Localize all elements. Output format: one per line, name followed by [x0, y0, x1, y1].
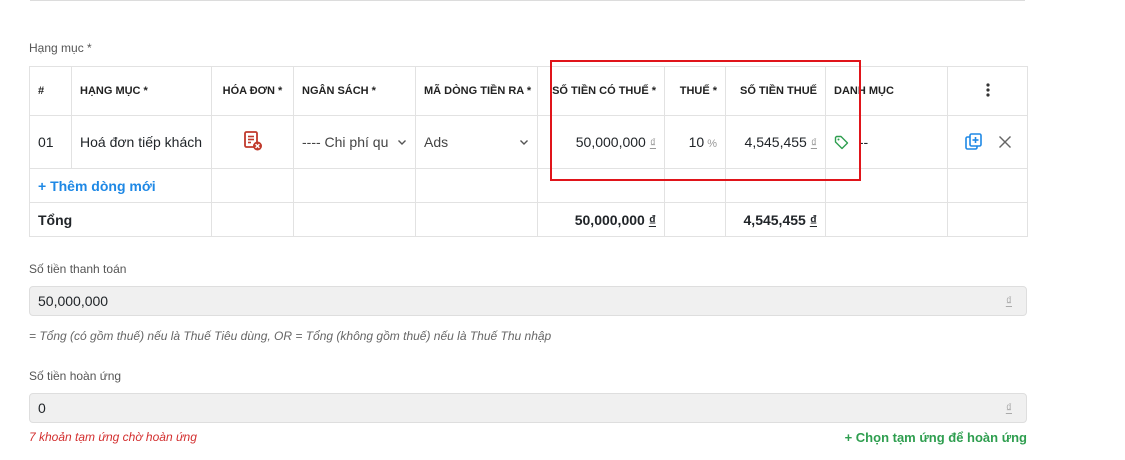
pending-advances-warning: 7 khoản tạm ứng chờ hoàn ứng [29, 430, 197, 444]
payment-label: Số tiền thanh toán [29, 262, 127, 276]
header-item: HẠNG MỤC * [71, 66, 212, 116]
add-row: + Thêm dòng mới [29, 168, 1028, 203]
header-index: # [29, 66, 72, 116]
total-amount-with-tax-value: 50,000,000 [574, 211, 645, 228]
total-amount-with-tax: 50,000,000 ₫ [537, 202, 665, 237]
total-tax-amount-value: 4,545,455 [743, 211, 806, 228]
total-label: Tổng [29, 202, 212, 237]
budget-select-value: ---- Chi phí qu [302, 134, 389, 150]
row-item-input[interactable]: Hoá đơn tiếp khách [71, 115, 212, 169]
currency-symbol: ₫ [649, 136, 656, 150]
tax-amount-input[interactable]: 4,545,455 ₫ [725, 115, 826, 169]
empty-cell [537, 168, 665, 203]
payment-amount-value: 50,000,000 [38, 293, 109, 309]
section-label: Hạng mục * [29, 41, 92, 55]
empty-cell [664, 202, 726, 237]
currency-symbol: ₫ [809, 211, 817, 228]
empty-cell [825, 202, 948, 237]
chevron-down-icon [519, 137, 529, 147]
invoice-error-icon[interactable] [242, 130, 264, 152]
more-vertical-icon[interactable] [985, 82, 990, 97]
header-category: DANH MỤC [825, 66, 948, 116]
tax-input[interactable]: 10% [664, 115, 726, 169]
amount-with-tax-value: 50,000,000 [575, 134, 646, 150]
total-tax-amount: 4,545,455 ₫ [725, 202, 826, 237]
close-icon[interactable] [998, 135, 1012, 149]
payment-amount-field[interactable]: 50,000,000 ₫ [29, 286, 1027, 316]
currency-symbol: ₫ [1005, 401, 1012, 415]
empty-cell [415, 202, 538, 237]
add-row-cell: + Thêm dòng mới [29, 168, 212, 203]
header-amount-with-tax: SỐ TIỀN CÓ THUẾ * [537, 66, 665, 116]
tax-amount-value: 4,545,455 [744, 134, 807, 150]
tag-icon[interactable] [834, 135, 849, 150]
currency-symbol: ₫ [1005, 294, 1012, 308]
refund-amount-field[interactable]: 0 ₫ [29, 393, 1027, 423]
payment-note: = Tổng (có gồm thuế) nếu là Thuế Tiêu dù… [29, 329, 552, 343]
table-row: 01 Hoá đơn tiếp khách ---- Chi phí qu Ad… [29, 115, 1028, 169]
category-cell[interactable]: -- [825, 115, 948, 169]
table-header-row: # HẠNG MỤC * HÓA ĐƠN * NGÂN SÁCH * MÃ DÒ… [29, 66, 1028, 116]
header-cashflow: MÃ DÒNG TIỀN RA * [415, 66, 538, 116]
row-invoice-cell[interactable] [211, 115, 294, 169]
empty-cell [293, 202, 416, 237]
empty-cell [947, 202, 1028, 237]
category-value: -- [858, 133, 869, 150]
duplicate-icon[interactable] [964, 132, 984, 152]
select-advance-link[interactable]: + Chọn tạm ứng để hoàn ứng [845, 430, 1027, 445]
amount-with-tax-input[interactable]: 50,000,000 ₫ [537, 115, 665, 169]
row-actions [947, 115, 1028, 169]
empty-cell [725, 168, 826, 203]
empty-cell [825, 168, 948, 203]
top-divider [30, 0, 1025, 1]
chevron-down-icon [397, 137, 407, 147]
currency-symbol: ₫ [648, 211, 656, 228]
tax-value: 10 [688, 134, 705, 150]
header-budget: NGÂN SÁCH * [293, 66, 416, 116]
empty-cell [211, 168, 294, 203]
items-table: # HẠNG MỤC * HÓA ĐƠN * NGÂN SÁCH * MÃ DÒ… [29, 66, 1028, 237]
empty-cell [415, 168, 538, 203]
budget-select[interactable]: ---- Chi phí qu [293, 115, 416, 169]
empty-cell [947, 168, 1028, 203]
header-invoice: HÓA ĐƠN * [211, 66, 294, 116]
header-more[interactable] [947, 66, 1028, 116]
refund-label: Số tiền hoàn ứng [29, 369, 122, 383]
cashflow-select-value: Ads [424, 134, 449, 150]
empty-cell [211, 202, 294, 237]
cashflow-select[interactable]: Ads [415, 115, 538, 169]
currency-symbol: ₫ [810, 136, 817, 150]
add-row-link[interactable]: + Thêm dòng mới [38, 178, 156, 194]
total-row: Tổng 50,000,000 ₫ 4,545,455 ₫ [29, 202, 1028, 237]
refund-amount-value: 0 [38, 400, 46, 416]
empty-cell [664, 168, 726, 203]
header-tax-amount: SỐ TIỀN THUẾ [725, 66, 826, 116]
tax-unit: % [707, 138, 717, 150]
empty-cell [293, 168, 416, 203]
row-index: 01 [29, 115, 72, 169]
header-tax: THUẾ * [664, 66, 726, 116]
